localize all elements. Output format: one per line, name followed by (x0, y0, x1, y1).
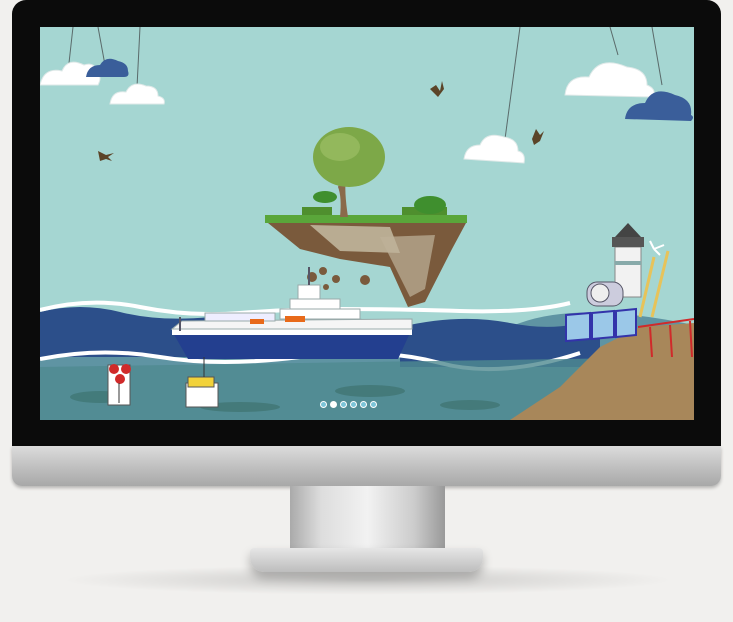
monitor-stand-base (250, 548, 483, 572)
monitor-chin (12, 446, 721, 486)
screen-slide-illustration (40, 27, 694, 420)
carousel-dot-2[interactable] (330, 401, 337, 408)
carousel-pagination (320, 401, 377, 408)
monitor-stand-neck (290, 486, 445, 550)
underwater-buoy-instrument (107, 364, 131, 406)
carousel-dot-6[interactable] (370, 401, 377, 408)
tidal-turbine (586, 281, 624, 307)
carousel-dot-3[interactable] (340, 401, 347, 408)
carousel-dot-1[interactable] (320, 401, 327, 408)
carousel-dot-5[interactable] (360, 401, 367, 408)
ocean-scene-illustration (40, 27, 694, 420)
solar-panels (565, 307, 637, 343)
carousel-dot-4[interactable] (350, 401, 357, 408)
